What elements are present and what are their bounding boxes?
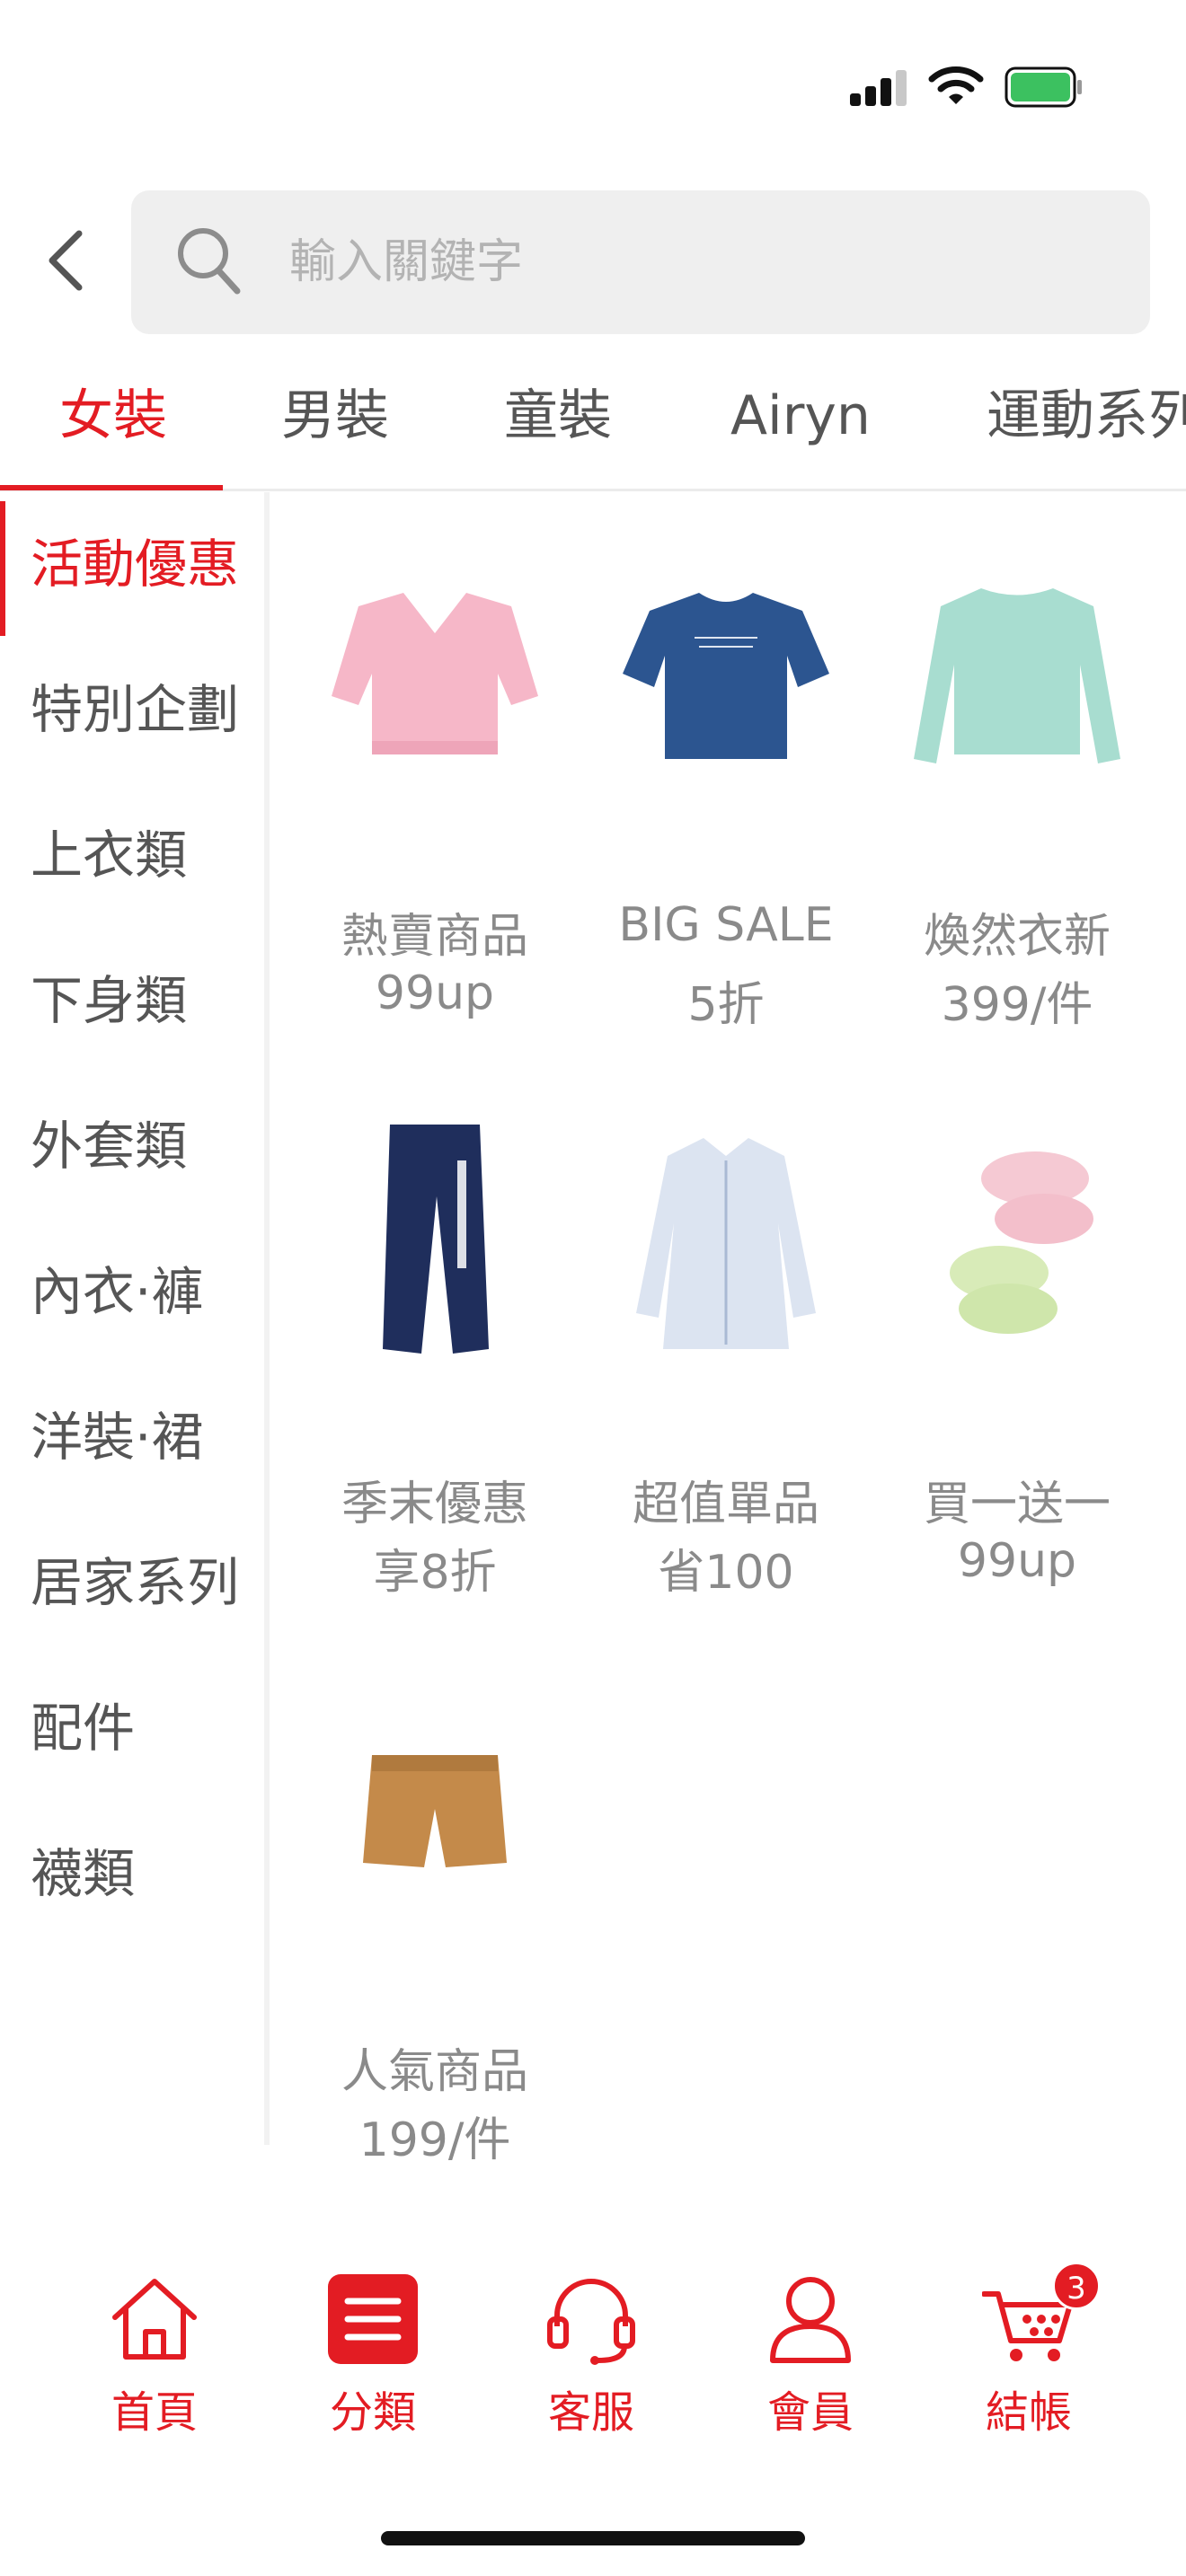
sidebar: 活動優惠 特別企劃 上衣類 下身類 外套類 內衣·褲 洋裝·裙 居家系列 配件 … [0, 492, 270, 2145]
active-tab-underline [0, 485, 223, 490]
tab-men[interactable]: 男裝 [281, 380, 389, 452]
app-screen: 女裝 男裝 童裝 Airyn 運動系列 活動優惠 特別企劃 上衣類 下身類 外套… [0, 0, 1186, 2576]
tile-subtitle: 享8折 [373, 1546, 497, 1600]
promo-grid: 熱賣商品 99up BIG SALE 5折 煥然衣新 399/件 季末優惠 享8… [289, 503, 1186, 2210]
tile-title: 季末優惠 [341, 1478, 528, 1531]
bottom-navigation: 首頁 分類 客服 會員 3 結帳 [0, 2219, 1186, 2443]
nav-label: 分類 [329, 2387, 416, 2438]
sidebar-item-underwear[interactable]: 內衣·褲 [0, 1220, 264, 1363]
back-chevron-icon[interactable] [36, 225, 99, 296]
tab-airyn[interactable]: Airyn [730, 380, 871, 452]
nav-checkout[interactable]: 3 結帳 [939, 2262, 1119, 2443]
tab-kids[interactable]: 童裝 [504, 380, 612, 452]
sidebar-item-promotions[interactable]: 活動優惠 [0, 492, 264, 636]
nav-category[interactable]: 分類 [283, 2272, 463, 2443]
sidebar-item-special[interactable]: 特別企劃 [0, 638, 264, 781]
mint-sweater-image [914, 588, 1120, 763]
promo-tile[interactable]: 買一送一 99up [872, 1071, 1163, 1628]
sidebar-item-tops[interactable]: 上衣類 [0, 783, 264, 927]
tan-shorts-image [363, 1755, 507, 1867]
promo-tile[interactable]: 季末優惠 享8折 [289, 1071, 580, 1628]
home-indicator [381, 2531, 805, 2545]
user-icon [770, 2277, 851, 2363]
promo-tile[interactable]: 煥然衣新 399/件 [872, 503, 1163, 1060]
sidebar-item-home[interactable]: 居家系列 [0, 1511, 264, 1654]
tile-title: 煥然衣新 [923, 910, 1111, 964]
promo-tile[interactable]: BIG SALE 5折 [580, 503, 872, 1060]
promo-tile[interactable]: 人氣商品 199/件 [289, 1638, 580, 2195]
tile-title: 超值單品 [632, 1478, 819, 1531]
pink-top-image [332, 593, 538, 754]
tab-sports[interactable]: 運動系列 [987, 380, 1186, 452]
signal-icon [850, 70, 909, 106]
tile-subtitle: 99up [957, 1534, 1077, 1588]
navy-tee-image [623, 593, 829, 759]
tile-title: 人氣商品 [341, 2045, 528, 2099]
home-icon [112, 2279, 197, 2360]
search-icon [178, 228, 241, 295]
search-input[interactable] [289, 226, 1098, 298]
tile-title: 買一送一 [923, 1478, 1111, 1531]
tile-subtitle: 199/件 [358, 2113, 511, 2167]
headset-icon [547, 2279, 635, 2365]
category-icon [328, 2274, 418, 2364]
striped-shirt-image [636, 1138, 816, 1349]
sidebar-item-outerwear[interactable]: 外套類 [0, 1074, 264, 1218]
tile-title: BIG SALE [618, 898, 834, 952]
nav-home[interactable]: 首頁 [65, 2272, 244, 2443]
tile-subtitle: 99up [375, 966, 495, 1020]
sidebar-item-accessories[interactable]: 配件 [0, 1656, 264, 1800]
search-header [0, 175, 1186, 346]
wifi-icon [928, 66, 984, 104]
promo-tile[interactable]: 超值單品 省100 [580, 1071, 872, 1628]
tile-subtitle: 省100 [658, 1546, 794, 1600]
sidebar-item-bottoms[interactable]: 下身類 [0, 929, 264, 1072]
tile-subtitle: 399/件 [941, 978, 1093, 1032]
nav-label: 會員 [766, 2387, 854, 2438]
top-category-tabs: 女裝 男裝 童裝 Airyn 運動系列 [0, 355, 1186, 491]
tile-title: 熱賣商品 [341, 910, 528, 964]
nav-label: 首頁 [111, 2387, 198, 2438]
search-bar[interactable] [131, 190, 1150, 334]
nav-support[interactable]: 客服 [501, 2272, 681, 2443]
sidebar-item-dresses[interactable]: 洋裝·裙 [0, 1365, 264, 1509]
sidebar-item-socks[interactable]: 襪類 [0, 1802, 264, 1945]
tab-women[interactable]: 女裝 [59, 380, 167, 452]
nav-member[interactable]: 會員 [721, 2272, 900, 2443]
cart-count-badge: 3 [1052, 2262, 1101, 2310]
promo-tile[interactable]: 熱賣商品 99up [289, 503, 580, 1060]
nav-label: 結帳 [985, 2387, 1072, 2438]
navy-joggers-image [383, 1125, 489, 1354]
battery-icon [1005, 66, 1082, 108]
nav-label: 客服 [547, 2387, 634, 2438]
tile-subtitle: 5折 [687, 978, 765, 1032]
status-bar [0, 0, 1186, 171]
socks-image [950, 1151, 1093, 1334]
